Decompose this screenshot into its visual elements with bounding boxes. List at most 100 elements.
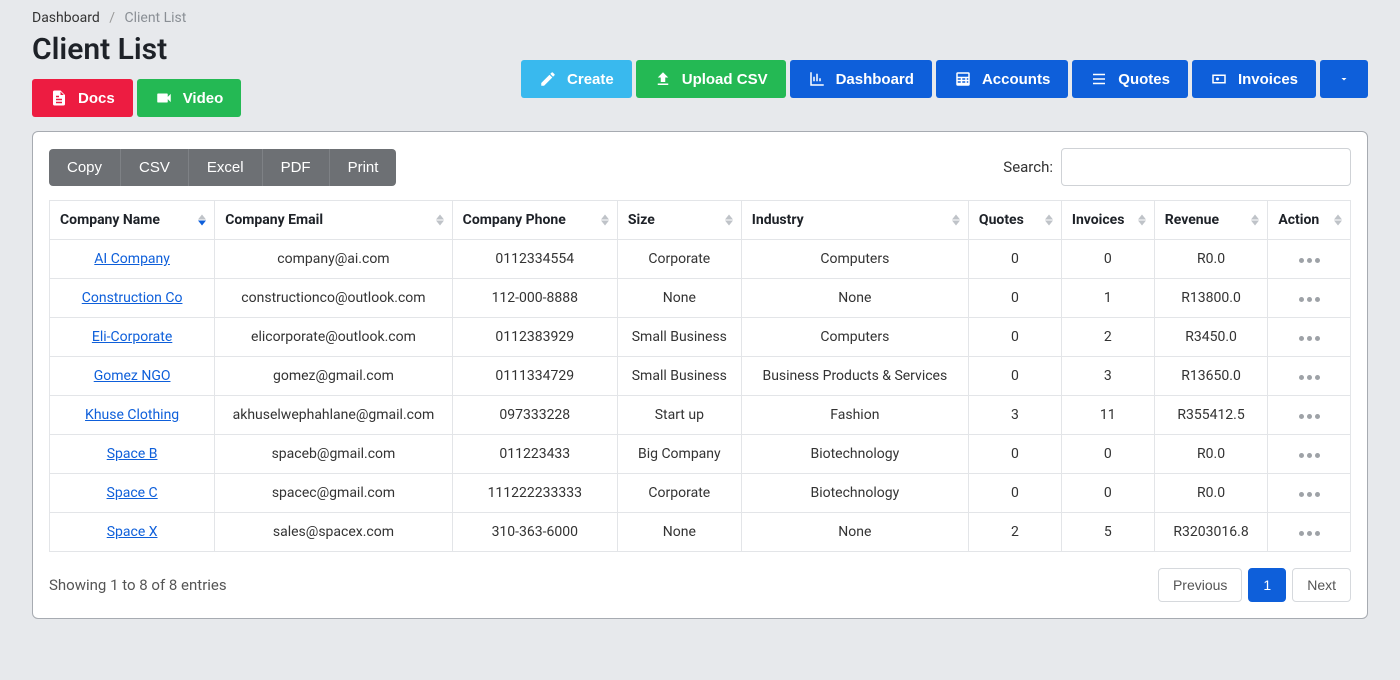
accounts-button[interactable]: Accounts [936, 60, 1068, 98]
row-actions-button[interactable] [1299, 492, 1320, 497]
cell-phone: 310-363-6000 [452, 513, 617, 552]
invoices-button[interactable]: Invoices [1192, 60, 1316, 98]
copy-button[interactable]: Copy [49, 149, 121, 186]
page-1-button[interactable]: 1 [1248, 568, 1286, 602]
more-dropdown-button[interactable] [1320, 60, 1368, 98]
docs-button-label: Docs [78, 90, 115, 107]
cell-size: Big Company [617, 435, 741, 474]
col-size[interactable]: Size [617, 201, 741, 240]
search-label: Search: [1003, 158, 1053, 176]
cell-email: elicorporate@outlook.com [215, 318, 452, 357]
cell-size: Corporate [617, 240, 741, 279]
quotes-button[interactable]: Quotes [1072, 60, 1188, 98]
invoices-button-label: Invoices [1238, 71, 1298, 88]
company-link[interactable]: Space C [107, 485, 158, 501]
row-actions-button[interactable] [1299, 336, 1320, 341]
cell-industry: None [741, 279, 968, 318]
cell-industry: Biotechnology [741, 435, 968, 474]
col-company-name[interactable]: Company Name [50, 201, 215, 240]
company-link[interactable]: AI Company [94, 251, 170, 267]
col-quotes[interactable]: Quotes [968, 201, 1061, 240]
cell-industry: Computers [741, 240, 968, 279]
col-industry[interactable]: Industry [741, 201, 968, 240]
cell-phone: 0111334729 [452, 357, 617, 396]
col-action[interactable]: Action [1268, 201, 1351, 240]
cell-revenue: R3450.0 [1154, 318, 1268, 357]
company-link[interactable]: Gomez NGO [94, 368, 171, 384]
cell-size: None [617, 279, 741, 318]
excel-button[interactable]: Excel [189, 149, 263, 186]
table-row: Construction Co constructionco@outlook.co… [50, 279, 1351, 318]
row-actions-button[interactable] [1299, 258, 1320, 263]
cell-email: constructionco@outlook.com [215, 279, 452, 318]
next-button[interactable]: Next [1292, 568, 1351, 602]
cell-phone: 111222233333 [452, 474, 617, 513]
bill-icon [1210, 70, 1228, 88]
showing-info: Showing 1 to 8 of 8 entries [49, 576, 227, 594]
row-actions-button[interactable] [1299, 531, 1320, 536]
col-invoices[interactable]: Invoices [1061, 201, 1154, 240]
company-link[interactable]: Construction Co [82, 290, 183, 306]
calculator-icon [954, 70, 972, 88]
col-revenue[interactable]: Revenue [1154, 201, 1268, 240]
cell-revenue: R355412.5 [1154, 396, 1268, 435]
cell-revenue: R0.0 [1154, 435, 1268, 474]
company-link[interactable]: Khuse Clothing [85, 407, 179, 423]
cell-email: spacec@gmail.com [215, 474, 452, 513]
cell-size: Corporate [617, 474, 741, 513]
page-title: Client List [32, 32, 241, 67]
cell-email: sales@spacex.com [215, 513, 452, 552]
cell-invoices: 0 [1061, 435, 1154, 474]
col-company-phone[interactable]: Company Phone [452, 201, 617, 240]
company-link[interactable]: Eli-Corporate [92, 329, 172, 345]
previous-button[interactable]: Previous [1158, 568, 1242, 602]
company-link[interactable]: Space X [107, 524, 158, 540]
pagination: Previous 1 Next [1158, 568, 1351, 602]
create-button[interactable]: Create [521, 60, 632, 98]
row-actions-button[interactable] [1299, 297, 1320, 302]
cell-quotes: 3 [968, 396, 1061, 435]
cell-invoices: 1 [1061, 279, 1154, 318]
col-company-email[interactable]: Company Email [215, 201, 452, 240]
table-row: Space C spacec@gmail.com111222233333Corpo… [50, 474, 1351, 513]
cell-quotes: 0 [968, 279, 1061, 318]
search-input[interactable] [1061, 148, 1351, 186]
cell-phone: 0112383929 [452, 318, 617, 357]
cell-revenue: R0.0 [1154, 240, 1268, 279]
print-button[interactable]: Print [330, 149, 397, 186]
sort-icon [436, 215, 444, 226]
row-actions-button[interactable] [1299, 453, 1320, 458]
cell-invoices: 11 [1061, 396, 1154, 435]
cell-email: gomez@gmail.com [215, 357, 452, 396]
docs-button[interactable]: Docs [32, 79, 133, 117]
company-link[interactable]: Space B [107, 446, 158, 462]
clients-table: Company Name Company Email Company Phone… [49, 200, 1351, 552]
sort-icon [952, 215, 960, 226]
breadcrumb-separator: / [109, 10, 115, 26]
create-button-label: Create [567, 71, 614, 88]
video-button-label: Video [183, 90, 224, 107]
cell-phone: 112-000-8888 [452, 279, 617, 318]
table-row: Khuse Clothingakhuselwephahlane@gmail.co… [50, 396, 1351, 435]
table-row: Space Bspaceb@gmail.com011223433Big Comp… [50, 435, 1351, 474]
dashboard-button[interactable]: Dashboard [790, 60, 932, 98]
row-actions-button[interactable] [1299, 414, 1320, 419]
cell-revenue: R3203016.8 [1154, 513, 1268, 552]
cell-invoices: 5 [1061, 513, 1154, 552]
sort-icon [725, 215, 733, 226]
chart-icon [808, 70, 826, 88]
sort-icon [198, 215, 206, 226]
table-row: Eli-Corporate elicorporate@outlook.com011… [50, 318, 1351, 357]
cell-size: Small Business [617, 318, 741, 357]
upload-csv-button[interactable]: Upload CSV [636, 60, 786, 98]
row-actions-button[interactable] [1299, 375, 1320, 380]
export-button-group: Copy CSV Excel PDF Print [49, 149, 396, 186]
pdf-button[interactable]: PDF [263, 149, 330, 186]
cell-quotes: 2 [968, 513, 1061, 552]
cell-size: Start up [617, 396, 741, 435]
cell-quotes: 0 [968, 318, 1061, 357]
accounts-button-label: Accounts [982, 71, 1050, 88]
video-button[interactable]: Video [137, 79, 242, 117]
breadcrumb-root[interactable]: Dashboard [32, 10, 100, 26]
csv-button[interactable]: CSV [121, 149, 189, 186]
